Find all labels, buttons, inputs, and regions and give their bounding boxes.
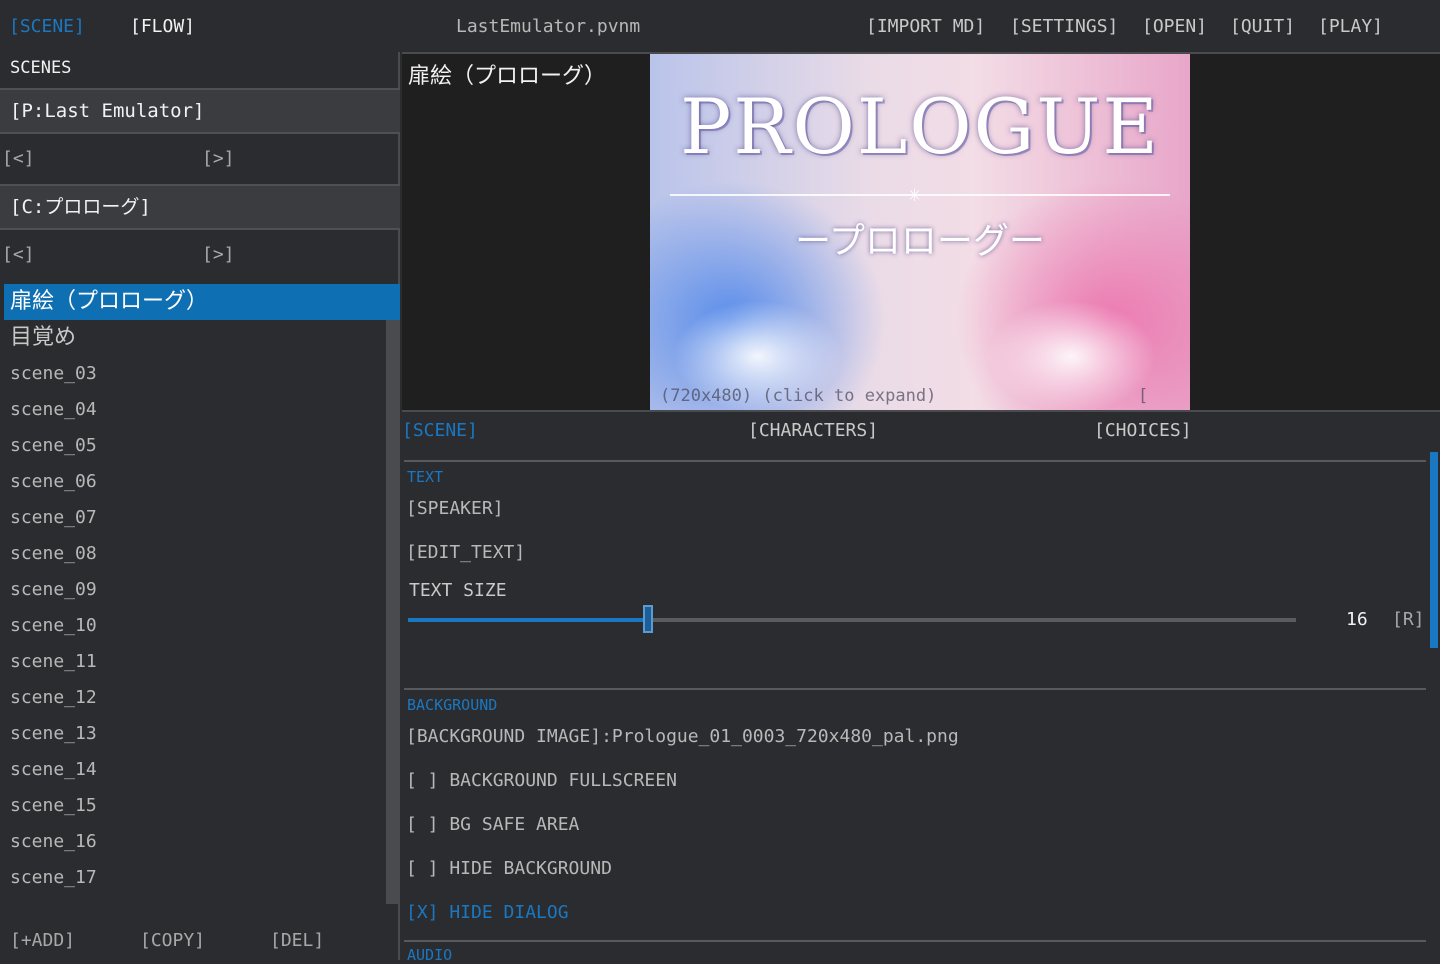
image-title-text: PROLOGUE [680, 82, 1160, 171]
tab-scene-mode[interactable]: [SCENE] [9, 15, 85, 39]
project-selector[interactable]: [P:Last Emulator] [0, 88, 400, 134]
scene-list-scroll-thumb[interactable] [386, 320, 398, 904]
chapter-prev-button[interactable]: [<] [2, 244, 35, 265]
background-preview-image[interactable]: PROLOGUE ✳ ープロローグー (720x480) (click to e… [650, 54, 1190, 410]
scene-list-item[interactable]: scene_09 [4, 572, 400, 608]
file-title: LastEmulator.pvnm [456, 16, 641, 37]
scene-list-item[interactable]: scene_12 [4, 680, 400, 716]
text-size-value: 16 [1346, 609, 1368, 630]
text-size-slider[interactable] [408, 605, 1296, 633]
project-next-button[interactable]: [>] [202, 148, 235, 169]
scene-list-item[interactable]: scene_07 [4, 500, 400, 536]
text-size-reset-button[interactable]: [R] [1392, 609, 1425, 630]
divider [404, 688, 1426, 690]
scene-list-item[interactable]: scene_16 [4, 824, 400, 860]
scene-list-item[interactable]: scene_17 [4, 860, 400, 896]
scene-list: 扉絵（プロローグ） 目覚め scene_03 scene_04 scene_05 scen… [4, 284, 400, 904]
scene-list-item[interactable]: scene_14 [4, 752, 400, 788]
quit-button[interactable]: [QUIT] [1230, 15, 1295, 39]
text-size-slider-thumb[interactable] [642, 605, 653, 633]
scene-list-item[interactable]: scene_04 [4, 392, 400, 428]
scene-list-item[interactable]: scene_13 [4, 716, 400, 752]
scene-list-scrollbar[interactable] [386, 320, 398, 904]
tab-choices[interactable]: [CHOICES] [1094, 420, 1192, 441]
text-size-label: TEXT SIZE [409, 580, 507, 601]
preview-caption: (720x480) (click to expand) [660, 386, 937, 406]
text-size-slider-fill [408, 618, 648, 622]
background-image-picker[interactable]: [BACKGROUND IMAGE]:Prologue_01_0003_720x… [406, 726, 959, 747]
project-nav: [<] [>] [0, 136, 400, 184]
delete-scene-button[interactable]: [DEL] [270, 930, 324, 951]
inspector-scroll-thumb[interactable] [1430, 452, 1438, 648]
speaker-field[interactable]: [SPEAKER] [406, 498, 504, 519]
chapter-nav: [<] [>] [0, 232, 400, 280]
scene-list-item[interactable]: scene_10 [4, 608, 400, 644]
edit-text-button[interactable]: [EDIT_TEXT] [406, 542, 525, 563]
settings-button[interactable]: [SETTINGS] [1010, 15, 1118, 39]
scene-list-item[interactable]: scene_08 [4, 536, 400, 572]
scenes-header: SCENES [10, 58, 72, 78]
scene-list-item[interactable]: 扉絵（プロローグ） [4, 284, 400, 320]
scene-list-item[interactable]: scene_05 [4, 428, 400, 464]
top-bar: [SCENE] [FLOW] LastEmulator.pvnm [IMPORT… [0, 0, 1440, 52]
text-section-title: TEXT [407, 468, 444, 486]
sparkle-icon: ✳ [908, 182, 922, 207]
tab-flow-mode[interactable]: [FLOW] [130, 15, 195, 39]
background-fullscreen-checkbox[interactable]: [ ] BACKGROUND FULLSCREEN [406, 770, 677, 791]
hide-background-checkbox[interactable]: [ ] HIDE BACKGROUND [406, 858, 612, 879]
add-scene-button[interactable]: [+ADD] [10, 930, 75, 951]
hide-dialog-checkbox[interactable]: [X] HIDE DIALOG [406, 902, 569, 923]
tab-characters[interactable]: [CHARACTERS] [748, 420, 878, 441]
divider [404, 940, 1426, 942]
project-prev-button[interactable]: [<] [2, 148, 35, 169]
play-button[interactable]: [PLAY] [1318, 15, 1383, 39]
preview-scene-title: 扉絵（プロローグ） [408, 64, 607, 89]
image-subtitle-text: ープロローグー [795, 221, 1045, 262]
audio-section-title: AUDIO [407, 946, 453, 964]
scene-inspector: [SCENE] [CHARACTERS] [CHOICES] TEXT [SPE… [402, 412, 1440, 964]
scene-list-item[interactable]: scene_06 [4, 464, 400, 500]
bg-safe-area-checkbox[interactable]: [ ] BG SAFE AREA [406, 814, 579, 835]
background-section-title: BACKGROUND [407, 696, 498, 714]
copy-scene-button[interactable]: [COPY] [140, 930, 205, 951]
chapter-next-button[interactable]: [>] [202, 244, 235, 265]
chapter-selector[interactable]: [C:プロローグ] [0, 184, 400, 230]
scenes-panel: SCENES [P:Last Emulator] [<] [>] [C:プロロー… [0, 52, 400, 960]
open-button[interactable]: [OPEN] [1142, 15, 1207, 39]
scene-list-item[interactable]: 目覚め [4, 320, 400, 356]
scene-preview: 扉絵（プロローグ） PROLOGUE ✳ ープロローグー (720x480) (… [402, 52, 1440, 412]
scene-list-item[interactable]: scene_11 [4, 644, 400, 680]
tab-scene[interactable]: [SCENE] [402, 420, 478, 441]
preview-caption-right: [ [1138, 386, 1149, 406]
import-md-button[interactable]: [IMPORT MD] [866, 15, 985, 39]
divider [404, 460, 1426, 462]
scene-list-item[interactable]: scene_03 [4, 356, 400, 392]
scene-list-item[interactable]: scene_15 [4, 788, 400, 824]
